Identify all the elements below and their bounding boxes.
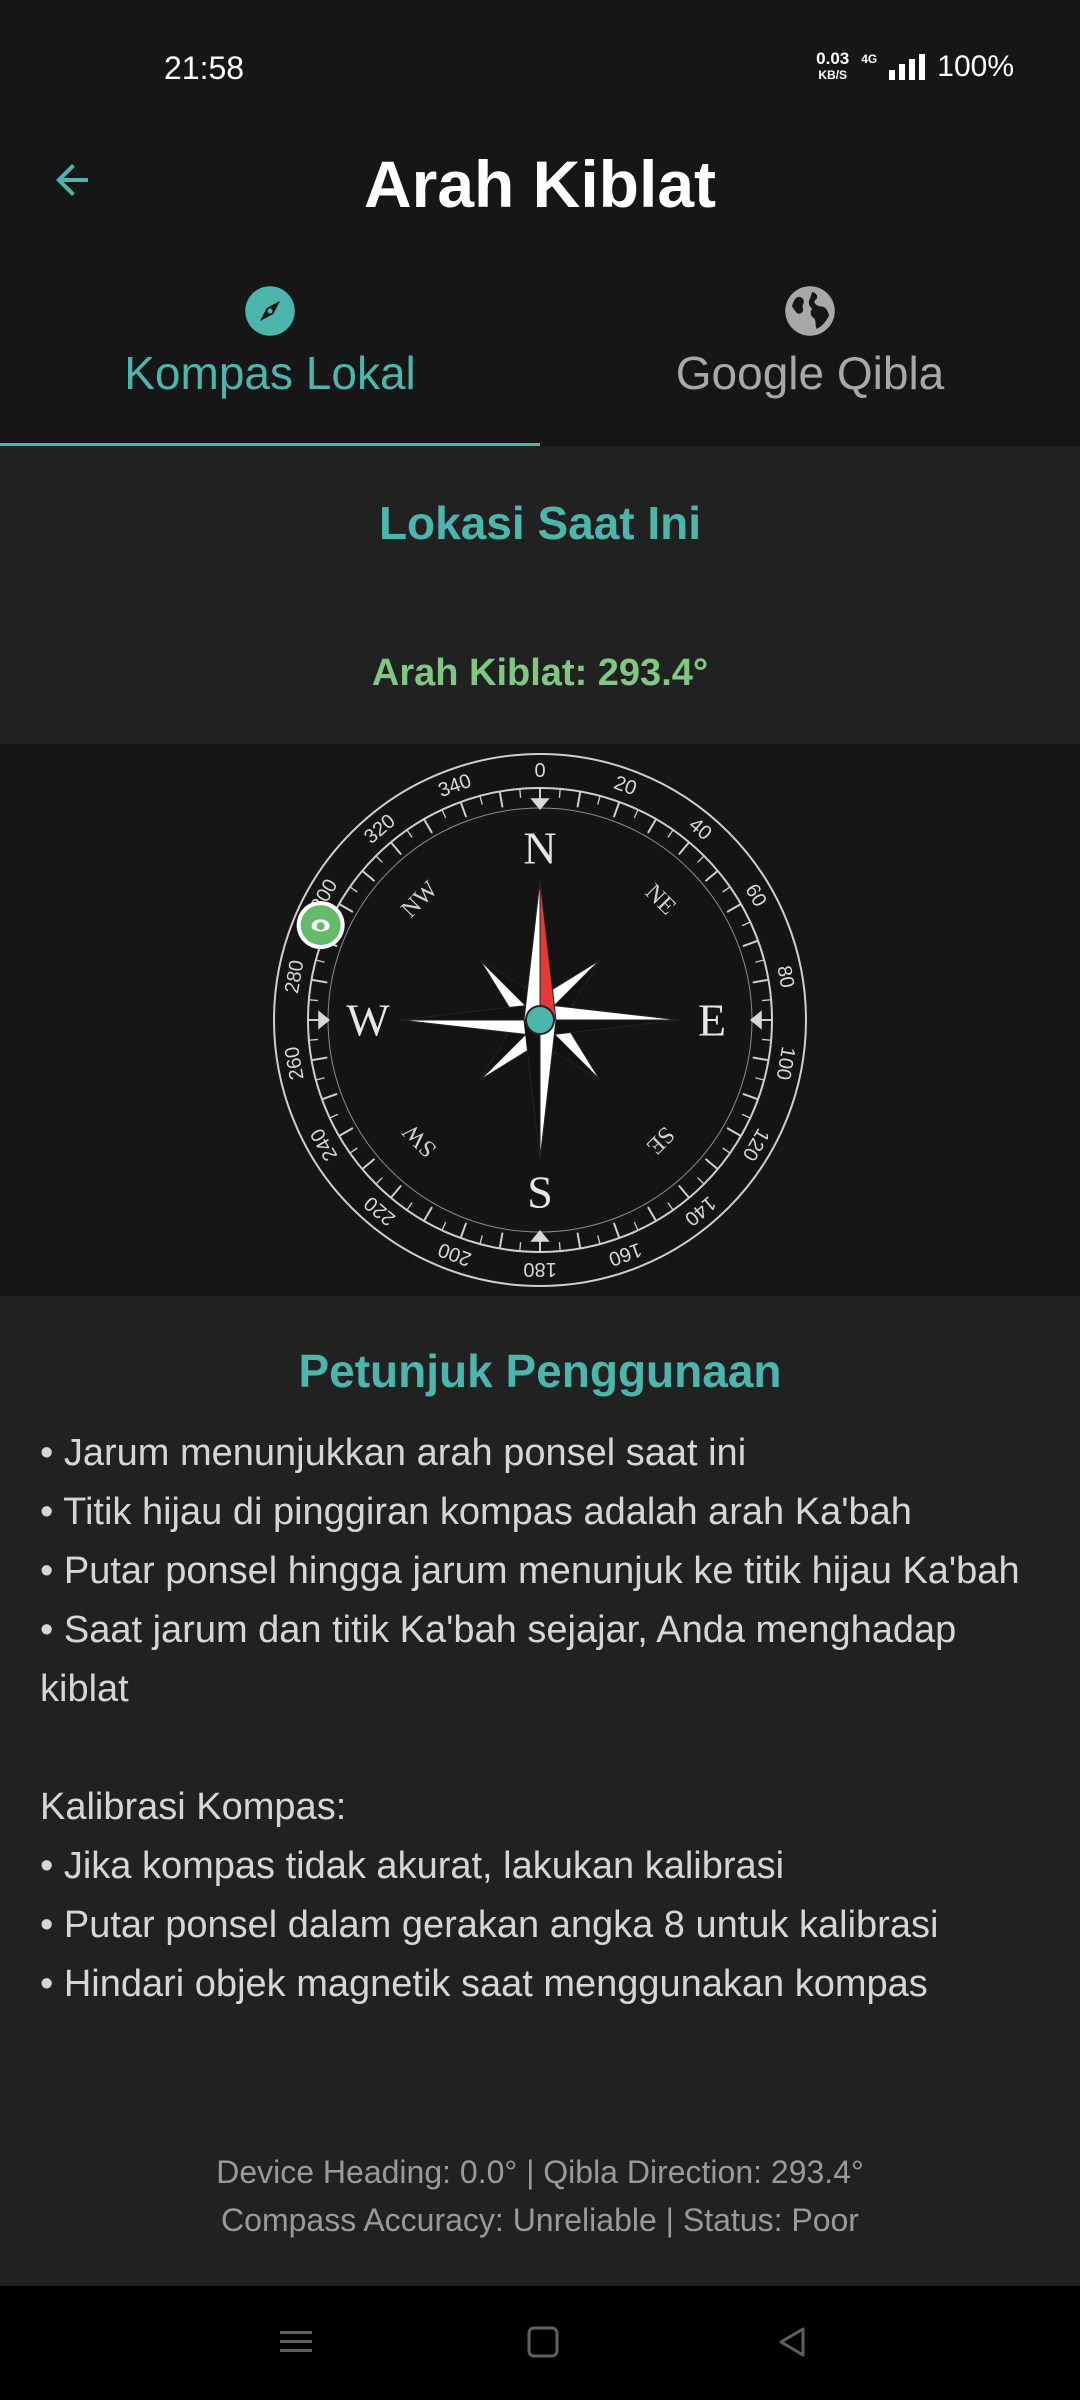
tab-label: Google Qibla [675,347,945,399]
compass-tick [308,999,318,1002]
compass-tick [558,1242,561,1252]
recents-button[interactable] [256,2310,336,2374]
guide-section: Petunjuk Penggunaan • Jarum menunjukkan … [0,1296,1080,2286]
tab-google-qibla[interactable]: Google Qibla [540,280,1080,446]
location-card: Lokasi Saat Ini Arah Kiblat: 293.4° [0,446,1080,744]
cardinal-s: S [527,1167,553,1218]
status-icons: 0.03 KB/S 4G 100% [816,50,1014,84]
degree-label: 80 [772,964,798,990]
compass-tick [308,1038,318,1041]
guide-line: • Saat jarum dan titik Ka'bah sejajar, A… [40,1609,957,1710]
compass-center [525,1005,555,1035]
signal-icon [889,54,926,80]
debug-info: Device Heading: 0.0° | Qibla Direction: … [0,2148,1080,2244]
qibla-marker-icon [296,901,345,950]
calibration-line: • Hindari objek magnetik saat menggunaka… [40,1963,928,2005]
calibration-title: Kalibrasi Kompas: [40,1786,347,1828]
guide-title: Petunjuk Penggunaan [298,1345,782,1397]
accuracy-readout: Compass Accuracy: Unreliable | Status: P… [221,2202,859,2238]
compass-tick [519,1242,522,1252]
compass-dial: 0204060801001201401601802002202402602803… [273,753,807,1287]
cardinal-n: N [523,823,556,874]
compass-tick [762,1038,772,1041]
tab-kompas-lokal[interactable]: Kompas Lokal [0,280,540,448]
nav-back-button[interactable] [752,2310,832,2374]
cardinal-e: E [698,995,726,1046]
calibration-line: • Putar ponsel dalam gerakan angka 8 unt… [40,1904,939,1946]
degree-label: 180 [523,1258,556,1280]
compass-area: 0 20 40 60 80 100 120 140 160 180 200 220 240 260 280 3… [0,744,1080,1296]
compass-tick [558,788,561,798]
qibla-direction-text: Arah Kiblat: 293.4° [371,652,709,694]
compass-tick [519,788,522,798]
guide-line: • Titik hijau di pinggiran kompas adalah… [40,1491,912,1533]
triangle-back-icon [779,2327,805,2357]
network-speed: 0.03 KB/S [816,49,850,83]
page-title: Arah Kiblat [363,147,717,221]
calibration-line: • Jika kompas tidak akurat, lakukan kali… [40,1845,785,1887]
menu-icon [280,2331,312,2352]
degree-label: 0 [534,760,545,782]
network-type: 4G [861,52,878,66]
home-button[interactable] [503,2310,583,2374]
heading-readout: Device Heading: 0.0° | Qibla Direction: … [216,2154,864,2190]
compass-tick [762,999,772,1002]
guide-line: • Putar ponsel hingga jarum menunjuk ke … [40,1550,1020,1592]
globe-icon [785,286,835,336]
status-bar: 21:58 0.03 KB/S 4G 100% [0,0,1080,140]
speed-unit: KB/S [818,68,848,82]
system-nav-bar [0,2286,1080,2400]
compass-icon [245,286,295,336]
guide-body: • Jarum menunjukkan arah ponsel saat ini… [40,1424,1050,2014]
location-title: Lokasi Saat Ini [378,497,702,549]
tab-label: Kompas Lokal [124,347,416,399]
battery-level: 100% [937,50,1014,83]
square-icon [527,2326,559,2358]
guide-line: • Jarum menunjukkan arah ponsel saat ini [40,1432,747,1474]
speed-value: 0.03 [816,49,850,68]
cardinal-w: W [346,995,390,1046]
status-time: 21:58 [164,50,245,86]
tab-bar: Kompas Lokal Google Qibla [0,280,1080,448]
